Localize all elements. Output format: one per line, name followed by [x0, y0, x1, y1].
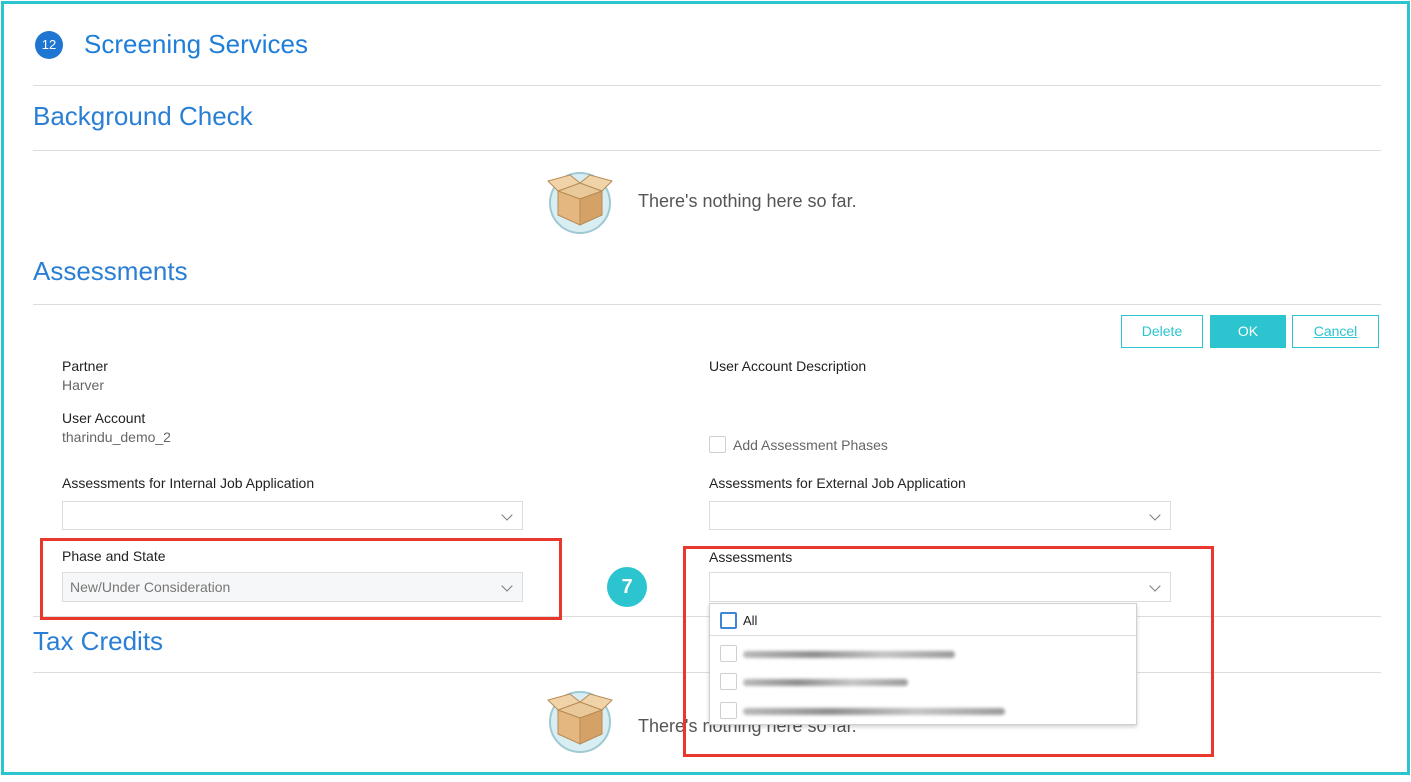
- tax-credits-title: Tax Credits: [33, 626, 164, 656]
- divider: [33, 85, 1381, 86]
- user-account-value: tharindu_demo_2: [62, 429, 171, 445]
- partner-value: Harver: [62, 377, 105, 393]
- empty-box-icon: [547, 172, 613, 234]
- empty-state-text: There's nothing here so far.: [638, 191, 857, 211]
- ok-button[interactable]: OK: [1210, 315, 1286, 348]
- highlight-box-phase-state: [40, 538, 562, 620]
- divider: [33, 150, 1381, 151]
- external-assessments-select[interactable]: [709, 501, 1171, 530]
- external-assessments-label: Assessments for External Job Application: [709, 475, 966, 491]
- chevron-down-icon: [1149, 509, 1161, 521]
- step-annotation-badge: 7: [607, 567, 647, 607]
- highlight-box-assessments: [683, 546, 1214, 757]
- cancel-button[interactable]: Cancel: [1292, 315, 1379, 348]
- add-assessment-phases-checkbox[interactable]: [709, 436, 726, 453]
- user-account-label: User Account: [62, 410, 146, 426]
- assessments-title: Assessments: [33, 256, 188, 286]
- chevron-down-icon: [501, 509, 513, 521]
- empty-box-icon: [547, 691, 613, 753]
- add-assessment-phases-label: Add Assessment Phases: [733, 437, 888, 453]
- user-account-description-label: User Account Description: [709, 358, 867, 374]
- page-title: Screening Services: [84, 29, 308, 59]
- step-number-badge: 12: [35, 31, 63, 59]
- background-check-title: Background Check: [33, 101, 253, 131]
- partner-label: Partner: [62, 358, 108, 374]
- divider: [33, 304, 1381, 305]
- delete-button[interactable]: Delete: [1121, 315, 1203, 348]
- internal-assessments-select[interactable]: [62, 501, 523, 530]
- internal-assessments-label: Assessments for Internal Job Application: [62, 475, 315, 491]
